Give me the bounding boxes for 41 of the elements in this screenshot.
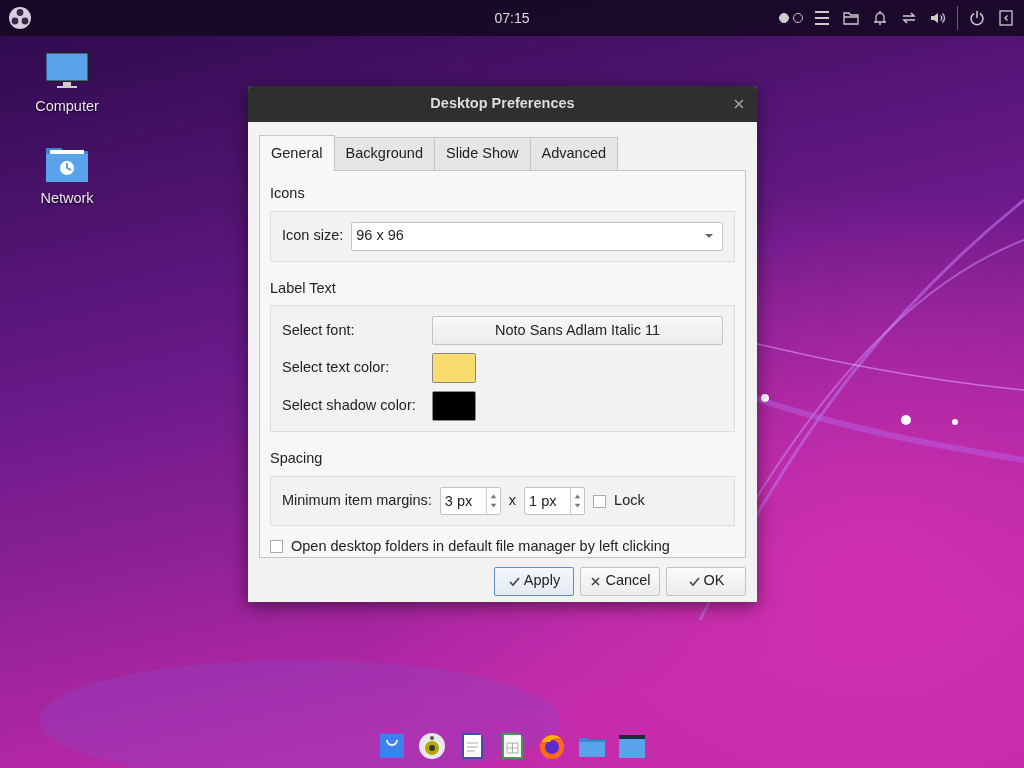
field-label: Select text color: <box>282 358 391 378</box>
cancel-button[interactable]: Cancel <box>580 566 660 596</box>
checkbox-label: Lock <box>614 491 645 511</box>
close-icon <box>589 574 603 588</box>
checkbox-label: Open desktop folders in default file manager by left clicking <box>291 537 670 556</box>
window-title: Desktop Preferences <box>430 94 575 114</box>
apply-button[interactable]: Apply <box>494 566 574 596</box>
field-label: Icon size: <box>282 226 344 246</box>
icon-label[interactable]: Network <box>40 187 94 210</box>
tab[interactable]: General <box>259 135 335 171</box>
spin-box[interactable]: 3 px <box>439 487 501 515</box>
color-swatch-button[interactable] <box>432 353 476 384</box>
tab[interactable]: Slide Show <box>434 137 531 170</box>
section-heading: Icons <box>270 184 305 201</box>
section-heading: Spacing <box>270 450 323 467</box>
font-button[interactable]: Noto Sans Adlam Italic 11 <box>432 316 723 346</box>
tab[interactable]: Background <box>333 137 435 170</box>
power-icon[interactable] <box>967 8 987 28</box>
caret-icon <box>704 233 714 239</box>
icon-size-dropdown[interactable]: 96 x 96 <box>351 221 723 251</box>
field-label: Select font: <box>282 320 356 340</box>
field-label: Select shadow color: <box>282 396 417 416</box>
speaker-icon[interactable] <box>418 732 446 760</box>
clock[interactable]: 07:15 <box>494 9 530 26</box>
section-heading: Label Text <box>270 279 336 296</box>
workspace-dot[interactable] <box>779 13 789 23</box>
window-icon[interactable] <box>618 732 646 760</box>
tab[interactable]: Advanced <box>529 137 619 170</box>
menu-icon[interactable] <box>812 8 832 28</box>
sidebar-icon[interactable] <box>996 8 1016 28</box>
bag-icon[interactable] <box>378 732 406 760</box>
logo-icon[interactable] <box>8 6 32 30</box>
ok-button[interactable]: OK <box>666 566 746 596</box>
color-swatch-button[interactable] <box>432 391 476 422</box>
separator-text: x <box>508 491 517 511</box>
field-label: Minimum item margins: <box>282 491 432 511</box>
checkbox[interactable] <box>270 540 283 554</box>
spin-box[interactable]: 1 px <box>524 487 586 515</box>
browser-icon[interactable] <box>538 732 566 760</box>
checkbox[interactable] <box>593 494 607 508</box>
icon-label[interactable]: Computer <box>35 96 99 118</box>
